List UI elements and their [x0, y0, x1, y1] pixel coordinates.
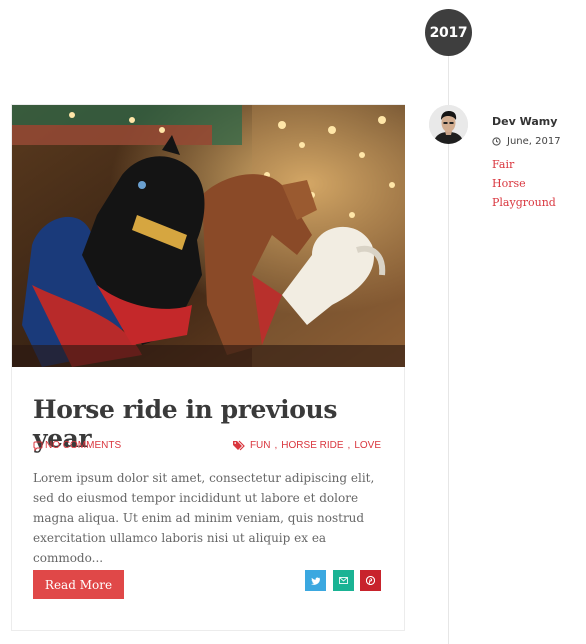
category-link-fair[interactable]: Fair — [492, 158, 514, 171]
category-link-playground[interactable]: Playground — [492, 196, 556, 209]
post-date-label: June, 2017 — [507, 136, 561, 147]
author-avatar[interactable] — [429, 105, 468, 144]
share-email-button[interactable] — [333, 570, 354, 591]
comments-link[interactable]: NO COMMENTS — [33, 440, 121, 451]
comment-icon — [33, 441, 43, 451]
clock-icon — [492, 137, 501, 146]
tag-icon — [232, 440, 245, 451]
post-tags: FUN , HORSE RIDE , LOVE — [232, 440, 381, 451]
post-image[interactable] — [12, 105, 405, 367]
post-card: Horse ride in previous year NO COMMENTS … — [11, 104, 405, 631]
category-link-horse[interactable]: Horse — [492, 177, 526, 190]
year-badge: 2017 — [425, 9, 472, 56]
share-twitter-button[interactable] — [305, 570, 326, 591]
comments-label: NO COMMENTS — [45, 440, 122, 451]
tag-separator: , — [347, 440, 351, 451]
post-date: June, 2017 — [492, 136, 561, 147]
post-excerpt: Lorem ipsum dolor sit amet, consectetur … — [33, 471, 375, 565]
author-name[interactable]: Dev Wamy — [492, 115, 557, 128]
tag-link-love[interactable]: LOVE — [354, 440, 381, 451]
share-pinterest-button[interactable] — [360, 570, 381, 591]
tag-link-horse-ride[interactable]: HORSE RIDE — [281, 440, 343, 451]
read-more-button[interactable]: Read More — [33, 570, 124, 599]
tag-separator: , — [274, 440, 278, 451]
email-icon — [339, 577, 348, 584]
pinterest-icon — [366, 576, 375, 585]
twitter-icon — [311, 577, 320, 585]
tag-link-fun[interactable]: FUN — [250, 440, 271, 451]
